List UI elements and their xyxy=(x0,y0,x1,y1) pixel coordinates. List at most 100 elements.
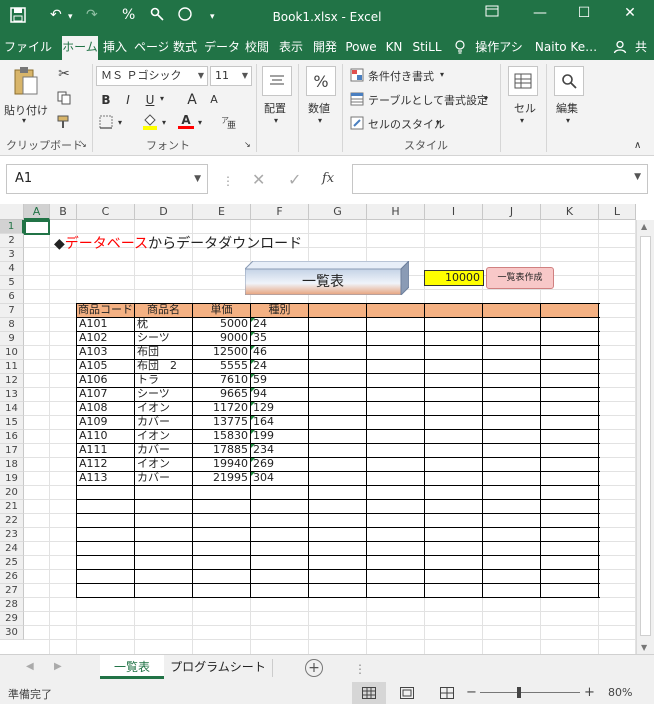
font-color-dropdown-icon[interactable]: ▾ xyxy=(198,118,202,127)
row-header-6[interactable]: 6 xyxy=(0,290,24,304)
row-header-14[interactable]: 14 xyxy=(0,402,24,416)
tab-insert[interactable]: 挿入 xyxy=(100,34,130,60)
font-launcher-icon[interactable]: ↘ xyxy=(244,140,251,149)
worksheet[interactable]: ABCDEFGHIJKL 1 2 3 4 5 6 7 8 9 10 11 12 13 14 15 16 17 18… xyxy=(0,204,654,654)
cut-icon[interactable]: ✂ xyxy=(54,64,74,84)
more-tabs-icon[interactable]: ⋮ xyxy=(354,662,366,676)
table-cell[interactable]: A102 xyxy=(77,331,134,345)
row-header-30[interactable]: 30 xyxy=(0,626,24,640)
tab-power[interactable]: Powe xyxy=(344,34,378,60)
conditional-format-icon[interactable] xyxy=(348,66,366,84)
page-break-view-button[interactable] xyxy=(440,687,454,702)
table-cell[interactable]: 234 xyxy=(251,443,308,457)
table-cell[interactable]: 24 xyxy=(251,317,308,331)
row-header-27[interactable]: 27 xyxy=(0,584,24,598)
row-header-26[interactable]: 26 xyxy=(0,570,24,584)
table-cell[interactable]: A109 xyxy=(77,415,134,429)
table-cell[interactable]: 5555 xyxy=(193,359,250,373)
column-header-a[interactable]: A xyxy=(24,204,50,220)
ribbon-display-icon[interactable] xyxy=(480,5,504,27)
cells-button[interactable]: セル xyxy=(514,100,536,116)
table-cell[interactable]: 12500 xyxy=(193,345,250,359)
table-cell[interactable]: A107 xyxy=(77,387,134,401)
table-cell[interactable]: A111 xyxy=(77,443,134,457)
row-header-16[interactable]: 16 xyxy=(0,430,24,444)
font-color-button[interactable]: A xyxy=(176,110,196,130)
table-cell[interactable]: 24 xyxy=(251,359,308,373)
table-cell[interactable]: シーツ xyxy=(135,387,192,401)
table-cell[interactable]: 269 xyxy=(251,457,308,471)
tab-data[interactable]: データ xyxy=(204,34,240,60)
row-header-13[interactable]: 13 xyxy=(0,388,24,402)
table-cell[interactable]: A105 xyxy=(77,359,134,373)
alignment-icon[interactable] xyxy=(262,66,292,96)
table-cell[interactable]: A112 xyxy=(77,457,134,471)
cells-icon[interactable] xyxy=(508,66,538,96)
row-header-11[interactable]: 11 xyxy=(0,360,24,374)
row-header-10[interactable]: 10 xyxy=(0,346,24,360)
tab-page-layout[interactable]: ページ xyxy=(134,34,168,60)
tab-kn[interactable]: KN xyxy=(382,34,406,60)
row-header-28[interactable]: 28 xyxy=(0,598,24,612)
create-list-button[interactable]: 一覧表作成 xyxy=(486,267,554,289)
alignment-dropdown-icon[interactable]: ▾ xyxy=(274,116,278,125)
sheet-tab-list[interactable]: 一覧表 xyxy=(100,655,164,679)
table-cell[interactable]: 17885 xyxy=(193,443,250,457)
font-size-select[interactable]: 11 ▼ xyxy=(210,66,252,86)
table-cell[interactable]: 13775 xyxy=(193,415,250,429)
row-header-17[interactable]: 17 xyxy=(0,444,24,458)
format-as-table-button[interactable]: テーブルとして書式設定 xyxy=(368,92,488,108)
table-cell[interactable]: A101 xyxy=(77,317,134,331)
format-as-table-dropdown-icon[interactable]: ▾ xyxy=(484,94,488,103)
scroll-up-icon[interactable]: ▲ xyxy=(641,222,647,231)
table-cell[interactable]: A113 xyxy=(77,471,134,485)
italic-button[interactable]: I xyxy=(118,90,138,110)
number-format-icon[interactable]: % xyxy=(306,66,336,96)
formula-input[interactable]: ▼ xyxy=(352,164,648,194)
scroll-thumb[interactable] xyxy=(640,236,651,636)
zoom-out-button[interactable]: − xyxy=(466,685,477,700)
table-cell[interactable]: 35 xyxy=(251,331,308,345)
scroll-down-icon[interactable]: ▼ xyxy=(641,643,647,652)
row-header-12[interactable]: 12 xyxy=(0,374,24,388)
table-cell[interactable]: 布団 2 xyxy=(135,359,192,373)
row-header-20[interactable]: 20 xyxy=(0,486,24,500)
table-cell[interactable]: 9665 xyxy=(193,387,250,401)
tab-still[interactable]: StiLL xyxy=(410,34,444,60)
minimize-button[interactable]: — xyxy=(528,5,552,27)
cell-styles-icon[interactable] xyxy=(348,114,366,132)
table-cell[interactable]: 布団 xyxy=(135,345,192,359)
table-cell[interactable]: 304 xyxy=(251,471,308,485)
table-cell[interactable]: 21995 xyxy=(193,471,250,485)
row-header-8[interactable]: 8 xyxy=(0,318,24,332)
insert-function-button[interactable]: fx xyxy=(322,171,334,186)
select-all-corner[interactable] xyxy=(0,204,24,220)
table-cell[interactable]: 5000 xyxy=(193,317,250,331)
column-header-j[interactable]: J xyxy=(483,204,541,220)
table-header-cell[interactable]: 種別 xyxy=(251,303,308,317)
table-cell[interactable]: 164 xyxy=(251,415,308,429)
share-button[interactable]: 共 xyxy=(630,34,652,60)
scroll-tabs-right-icon[interactable]: ▶ xyxy=(54,661,62,672)
column-header-c[interactable]: C xyxy=(77,204,135,220)
conditional-format-button[interactable]: 条件付き書式 xyxy=(368,68,434,84)
column-header-i[interactable]: I xyxy=(425,204,483,220)
row-header-18[interactable]: 18 xyxy=(0,458,24,472)
row-header-4[interactable]: 4 xyxy=(0,262,24,276)
alignment-button[interactable]: 配置 xyxy=(264,100,286,116)
row-header-24[interactable]: 24 xyxy=(0,542,24,556)
row-header-19[interactable]: 19 xyxy=(0,472,24,486)
vertical-scrollbar[interactable]: ▲ ▼ xyxy=(636,220,654,654)
tab-home[interactable]: ホーム xyxy=(62,36,98,60)
account-name[interactable]: Naito Ke… xyxy=(532,34,600,60)
table-cell[interactable]: 枕 xyxy=(135,317,192,331)
tab-review[interactable]: 校閲 xyxy=(242,34,272,60)
clipboard-launcher-icon[interactable]: ↘ xyxy=(80,140,87,149)
underline-dropdown-icon[interactable]: ▾ xyxy=(160,94,164,103)
list-shape-button[interactable]: 一覧表 xyxy=(245,261,409,295)
table-header-cell[interactable]: 商品名 xyxy=(135,303,192,317)
zoom-level[interactable]: 80% xyxy=(608,686,632,699)
number-dropdown-icon[interactable]: ▾ xyxy=(318,116,322,125)
table-cell[interactable]: 19940 xyxy=(193,457,250,471)
table-cell[interactable]: 94 xyxy=(251,387,308,401)
